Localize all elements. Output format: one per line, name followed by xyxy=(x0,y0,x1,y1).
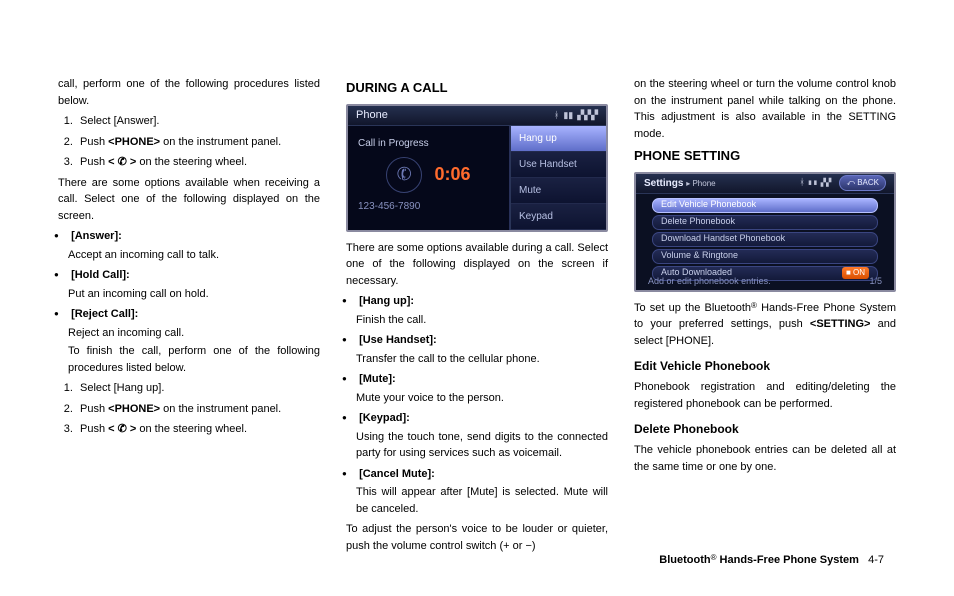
finish-lead: To finish the call, perform one of the f… xyxy=(68,343,320,376)
settings-list: Edit Vehicle Phonebook Delete Phonebook … xyxy=(636,194,894,274)
list-item: Select [Hang up]. xyxy=(76,380,320,397)
option-desc: Finish the call. xyxy=(356,312,608,329)
screenshot-titlebar: Phone ᚼ ▮▮ ▞▞▞ xyxy=(348,106,606,126)
setup-text: To set up the Bluetooth® Hands-Free Phon… xyxy=(634,300,896,350)
page-indicator: 1/5 xyxy=(869,275,882,289)
list-item: [Reject Call]: Reject an incoming call. … xyxy=(68,306,320,376)
on-toggle[interactable]: ■ ON xyxy=(842,267,869,279)
option-desc: Using the touch tone, send digits to the… xyxy=(356,429,608,462)
screenshot-titlebar: Settings ▸ Phone ᚼ ▮▮ ▞▞ ⤺ BACK xyxy=(636,174,894,194)
settings-row-download-phonebook[interactable]: Download Handset Phonebook xyxy=(652,232,878,247)
list-item: Push <PHONE> on the instrument panel. xyxy=(76,134,320,151)
option-label: [Keypad]: xyxy=(359,412,410,424)
menu-item-use-handset[interactable]: Use Handset xyxy=(511,152,606,178)
call-timer: 0:06 xyxy=(434,161,470,188)
during-call-heading: DURING A CALL xyxy=(346,78,608,98)
edit-phonebook-heading: Edit Vehicle Phonebook xyxy=(634,357,896,375)
manual-page: call, perform one of the following proce… xyxy=(58,76,896,536)
option-label: [Reject Call]: xyxy=(71,308,138,320)
list-item: [Answer]: Accept an incoming call to tal… xyxy=(68,228,320,263)
delete-phonebook-text: The vehicle phonebook entries can be del… xyxy=(634,442,896,475)
phone-setting-heading: PHONE SETTING xyxy=(634,146,896,166)
list-item: [Cancel Mute]: This will appear after [M… xyxy=(356,466,608,518)
delete-phonebook-heading: Delete Phonebook xyxy=(634,420,896,438)
page-number: 4-7 xyxy=(868,554,884,566)
bluetooth-icon: ᚼ xyxy=(554,110,559,120)
list-item: [Mute]: Mute your voice to the person. xyxy=(356,371,608,406)
option-desc: This will appear after [Mute] is selecte… xyxy=(356,484,608,517)
list-item: Push < ✆ > on the steering wheel. xyxy=(76,154,320,171)
receive-options: [Answer]: Accept an incoming call to tal… xyxy=(58,228,320,376)
settings-row-delete-phonebook[interactable]: Delete Phonebook xyxy=(652,215,878,230)
list-item: [Hang up]: Finish the call. xyxy=(356,293,608,328)
option-label: [Hold Call]: xyxy=(71,269,130,281)
option-label: [Cancel Mute]: xyxy=(359,468,435,480)
signal-icon: ▞▞▞ xyxy=(577,110,598,120)
option-label: [Mute]: xyxy=(359,373,396,385)
list-item: Push < ✆ > on the steering wheel. xyxy=(76,421,320,438)
menu-item-mute[interactable]: Mute xyxy=(511,178,606,204)
edit-phonebook-text: Phonebook registration and editing/delet… xyxy=(634,379,896,412)
hangup-steps: Select [Hang up]. Push <PHONE> on the in… xyxy=(58,380,320,438)
status-hint: Add or edit phonebook entries. xyxy=(648,275,771,289)
status-icons: ᚼ ▮▮ ▞▞▞ xyxy=(550,107,598,124)
settings-row-edit-phonebook[interactable]: Edit Vehicle Phonebook xyxy=(652,198,878,213)
option-desc: Put an incoming call on hold. xyxy=(68,286,320,303)
column-2: DURING A CALL Phone ᚼ ▮▮ ▞▞▞ Call in Progr… xyxy=(346,76,608,536)
settings-row-volume-ringtone[interactable]: Volume & Ringtone xyxy=(652,249,878,264)
column-3: on the steering wheel or turn the volume… xyxy=(634,76,896,536)
call-in-progress-label: Call in Progress xyxy=(358,136,429,151)
call-menu: Hang up Use Handset Mute Keypad xyxy=(510,126,606,230)
option-desc: Accept an incoming call to talk. xyxy=(68,247,320,264)
list-item: [Hold Call]: Put an incoming call on hol… xyxy=(68,267,320,302)
signal-icon: ▮▮ xyxy=(563,110,573,120)
continuation-text: call, perform one of the following proce… xyxy=(58,76,320,109)
screenshot-title: Phone xyxy=(356,107,388,124)
answer-steps: Select [Answer]. Push <PHONE> on the ins… xyxy=(58,113,320,171)
handset-icon: ✆ xyxy=(386,157,422,193)
receive-intro: There are some options available when re… xyxy=(58,175,320,225)
list-item: [Keypad]: Using the touch tone, send dig… xyxy=(356,410,608,462)
volume-adjust-text: To adjust the person's voice to be loude… xyxy=(346,521,608,554)
menu-item-hangup[interactable]: Hang up xyxy=(511,126,606,152)
option-label: [Hang up]: xyxy=(359,295,414,307)
option-desc: Mute your voice to the person. xyxy=(356,390,608,407)
screenshot-title: Settings ▸ Phone xyxy=(644,176,716,191)
call-panel: Call in Progress ✆ 0:06 123-456-7890 xyxy=(348,126,510,230)
option-desc: Transfer the call to the cellular phone. xyxy=(356,351,608,368)
option-desc: Reject an incoming call. xyxy=(68,325,320,342)
during-call-screenshot: Phone ᚼ ▮▮ ▞▞▞ Call in Progress ✆ 0:06 123… xyxy=(346,104,608,232)
during-call-options: [Hang up]: Finish the call. [Use Handset… xyxy=(346,293,608,517)
caller-number: 123-456-7890 xyxy=(358,199,420,214)
back-button[interactable]: ⤺ BACK xyxy=(839,175,886,191)
menu-item-keypad[interactable]: Keypad xyxy=(511,204,606,230)
list-item: [Use Handset]: Transfer the call to the … xyxy=(356,332,608,367)
list-item: Select [Answer]. xyxy=(76,113,320,130)
page-footer: Bluetooth® Hands-Free Phone System 4-7 xyxy=(659,553,884,566)
status-icons: ᚼ ▮▮ ▞▞ xyxy=(799,176,831,190)
phone-setting-screenshot: Settings ▸ Phone ᚼ ▮▮ ▞▞ ⤺ BACK Edit Veh… xyxy=(634,172,896,292)
option-label: [Answer]: xyxy=(71,230,122,242)
during-call-lead: There are some options available during … xyxy=(346,240,608,290)
option-label: [Use Handset]: xyxy=(359,334,437,346)
list-item: Push <PHONE> on the instrument panel. xyxy=(76,401,320,418)
continuation-text: on the steering wheel or turn the volume… xyxy=(634,76,896,142)
column-1: call, perform one of the following proce… xyxy=(58,76,320,536)
